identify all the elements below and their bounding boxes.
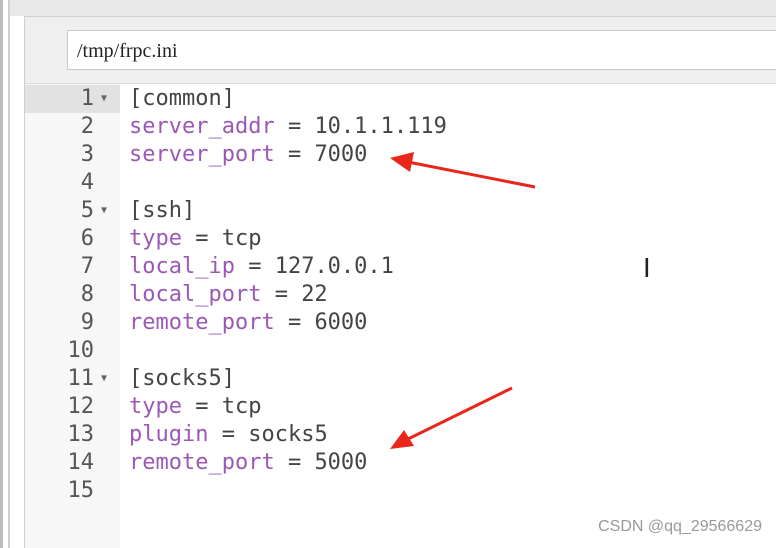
arrow-server-port (390, 152, 536, 189)
arrow-remote-port (390, 386, 513, 449)
annotation-arrows (390, 152, 536, 449)
watermark: CSDN @qq_29566629 (598, 518, 762, 535)
